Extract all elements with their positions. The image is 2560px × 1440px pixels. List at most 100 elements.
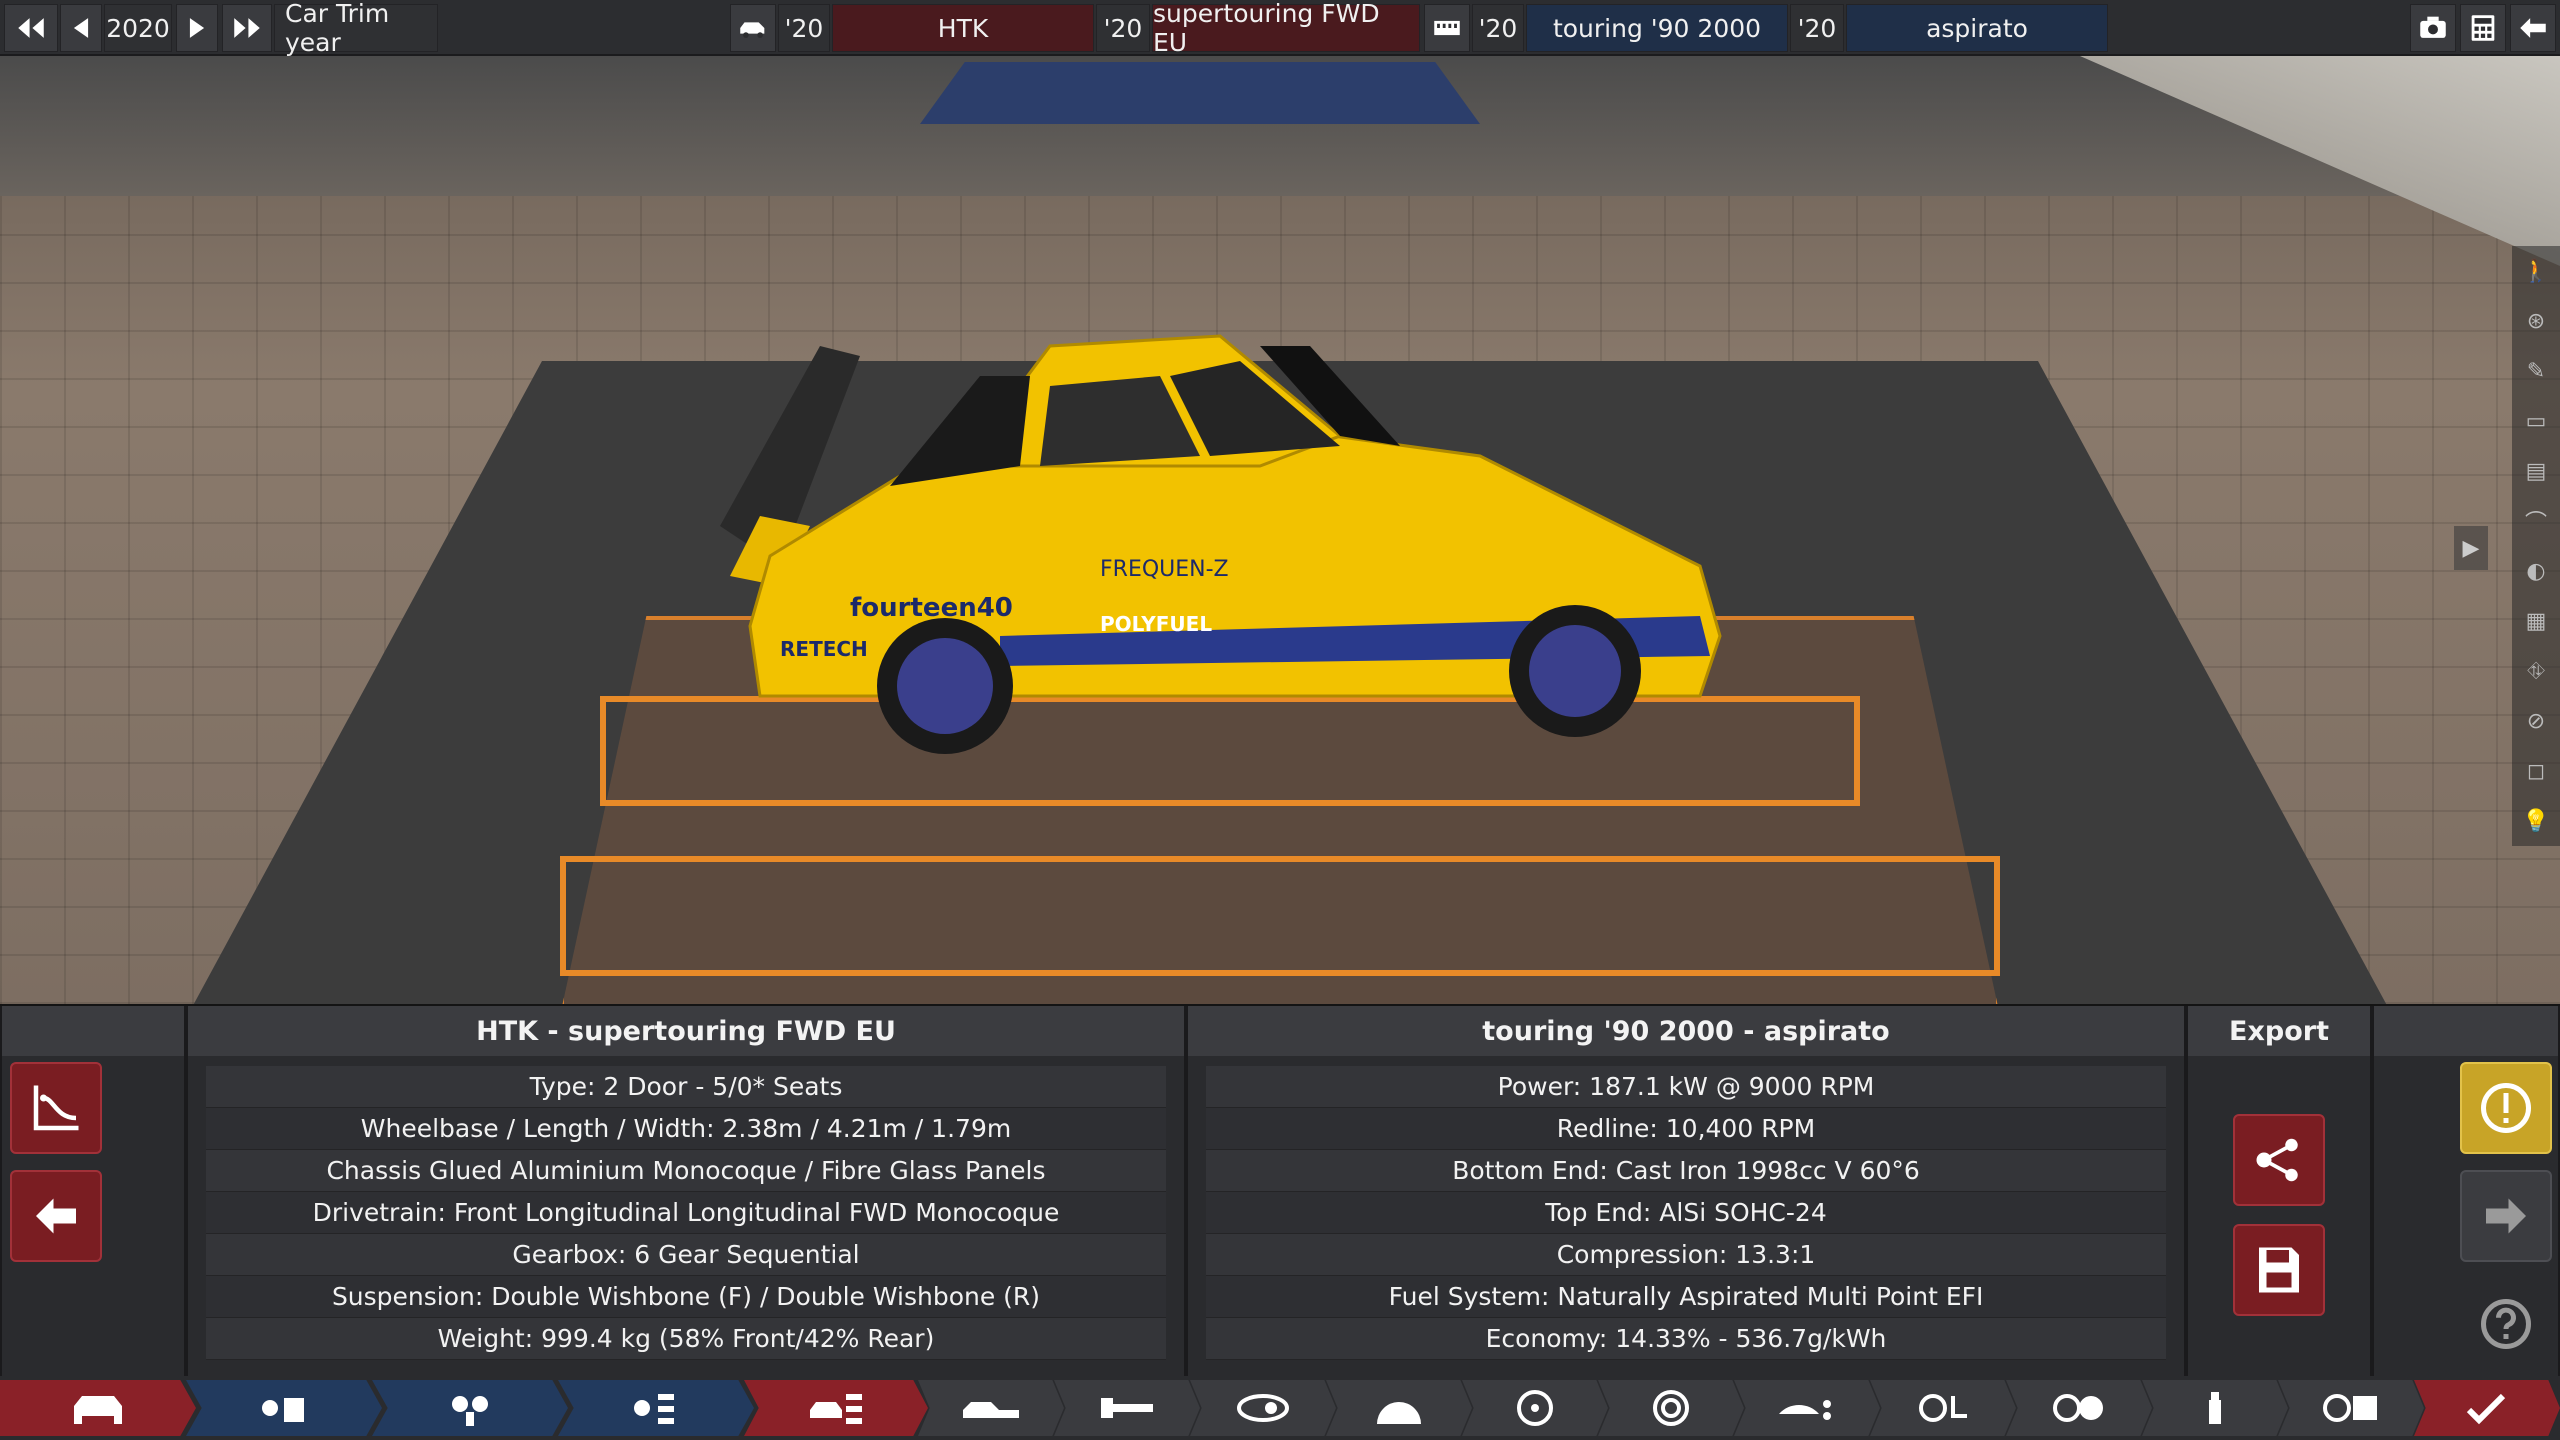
save-button[interactable]	[2233, 1224, 2325, 1316]
engine-summary: touring '90 2000 - aspirato Power: 187.1…	[1186, 1006, 2186, 1378]
stage-trim[interactable]	[744, 1380, 928, 1436]
graph-button[interactable]	[10, 1062, 102, 1154]
tools-header	[2, 1006, 184, 1056]
wheel-icon[interactable]: ⊛	[2512, 296, 2560, 346]
model-year: '20	[778, 4, 830, 52]
first-year-button[interactable]	[4, 4, 58, 52]
body-button[interactable]	[730, 4, 776, 52]
engine-files-icon	[262, 1398, 304, 1422]
engine-summary-title: touring '90 2000 - aspirato	[1188, 1006, 2184, 1056]
front-rim	[1529, 625, 1621, 717]
help-button[interactable]	[2460, 1278, 2552, 1370]
rear-rim	[897, 638, 993, 734]
gear-half-icon	[1377, 1402, 1421, 1424]
spray-can-icon	[2209, 1392, 2221, 1424]
engine-top-end-row: Top End: AlSi SOHC-24	[1206, 1192, 2166, 1234]
car-chassis-row: Chassis Glued Aluminium Monocoque / Fibr…	[206, 1150, 1166, 1192]
engine-family-name[interactable]: touring '90 2000	[1526, 4, 1788, 52]
model-name[interactable]: HTK	[832, 4, 1094, 52]
stage-testing[interactable]	[2278, 1380, 2424, 1436]
arrow-left-icon	[36, 1198, 76, 1234]
livery-polyfuel: POLYFUEL	[1100, 612, 1212, 636]
driver-icon[interactable]: 🚶	[2512, 246, 2560, 296]
car-trim-icon	[810, 1394, 862, 1424]
chassis-icon	[1101, 1398, 1153, 1418]
tyre-icon[interactable]: ⊘	[2512, 696, 2560, 746]
trim-name[interactable]: supertouring FWD EU	[1152, 0, 1420, 57]
navigation-header	[2374, 1006, 2558, 1056]
lift-rail-front	[560, 856, 2000, 976]
engine-compression-row: Compression: 13.3:1	[1206, 1234, 2166, 1276]
back-button[interactable]	[10, 1170, 102, 1262]
top-bar: 2020 Car Trim year '20 HTK '20 supertour…	[0, 0, 2560, 57]
background-lift	[920, 62, 1480, 124]
warnings-button[interactable]	[2460, 1062, 2552, 1154]
lightbulb-icon[interactable]: 💡	[2512, 796, 2560, 846]
stage-interior[interactable]	[1326, 1380, 1472, 1436]
rewind-icon	[18, 18, 44, 38]
frame-icon[interactable]: ◻	[2512, 746, 2560, 796]
engine-economy-row: Economy: 14.33% - 536.7g/kWh	[1206, 1318, 2166, 1360]
next-button[interactable]	[2460, 1170, 2552, 1262]
garage-viewport[interactable]: fourteen40 FREQUEN-Z POLYFUEL RETECH ▶ 🚶…	[0, 56, 2560, 1004]
next-year-button[interactable]	[176, 4, 218, 52]
grille-icon[interactable]: ▦	[2512, 596, 2560, 646]
exit-button[interactable]	[2510, 4, 2556, 52]
car-weight-row: Weight: 999.4 kg (58% Front/42% Rear)	[206, 1318, 1166, 1360]
stage-car-model[interactable]	[0, 1380, 196, 1436]
calculator-button[interactable]	[2460, 4, 2506, 52]
exhaust-icon[interactable]: ▭	[2512, 396, 2560, 446]
car-type-row: Type: 2 Door - 5/0* Seats	[206, 1066, 1166, 1108]
engine-bottom-end-row: Bottom End: Cast Iron 1998cc V 60°6	[1206, 1150, 2166, 1192]
stage-engine-family[interactable]	[186, 1380, 382, 1436]
stage-paint[interactable]	[2142, 1380, 2288, 1436]
year-display: 2020	[104, 4, 172, 52]
stage-safety[interactable]	[2006, 1380, 2152, 1436]
screenshot-button[interactable]	[2410, 4, 2456, 52]
engine-button[interactable]	[1424, 4, 1470, 52]
navigation-column	[2372, 1006, 2560, 1378]
car-summary: HTK - supertouring FWD EU Type: 2 Door -…	[186, 1006, 1186, 1378]
variant-name[interactable]: aspirato	[1846, 4, 2108, 52]
stage-fixtures[interactable]	[1190, 1380, 1336, 1436]
side-panel-toggle[interactable]: ▶	[2454, 526, 2488, 570]
engine-tree-icon	[634, 1394, 674, 1424]
tools-column	[0, 1006, 186, 1378]
export-column: Export	[2186, 1006, 2372, 1378]
wheel-spoke-icon	[1517, 1390, 1553, 1426]
steering-crash-icon	[2053, 1394, 2103, 1422]
car-body-icon	[740, 22, 765, 38]
stage-chassis[interactable]	[1054, 1380, 1200, 1436]
gauge-flag-icon	[2323, 1394, 2377, 1422]
stage-brakes[interactable]	[1598, 1380, 1744, 1436]
paint-spray-icon[interactable]: ✎	[2512, 346, 2560, 396]
summary-panel: HTK - supertouring FWD EU Type: 2 Door -…	[0, 1004, 2560, 1378]
share-button[interactable]	[2233, 1114, 2325, 1206]
stage-aero[interactable]	[1734, 1380, 1880, 1436]
stage-steering[interactable]	[1870, 1380, 2016, 1436]
pistons-icon	[452, 1396, 488, 1426]
warning-icon	[2481, 1083, 2531, 1133]
engine-power-row: Power: 187.1 kW @ 9000 RPM	[1206, 1066, 2166, 1108]
stage-body[interactable]	[918, 1380, 1064, 1436]
graph-curve-icon	[33, 1085, 79, 1131]
last-year-button[interactable]	[222, 4, 272, 52]
livery-retech: RETECH	[780, 637, 868, 661]
lift-icon[interactable]: ⛗	[2512, 646, 2560, 696]
stage-finish[interactable]	[2414, 1380, 2560, 1436]
stage-engine-block[interactable]	[372, 1380, 568, 1436]
panel-icon[interactable]: ▤	[2512, 446, 2560, 496]
fast-forward-icon	[234, 18, 260, 38]
triangle-right-icon	[189, 18, 205, 38]
export-title: Export	[2188, 1006, 2370, 1056]
car-drivetrain-row: Drivetrain: Front Longitudinal Longitudi…	[206, 1192, 1166, 1234]
lights-icon[interactable]: ◐	[2512, 546, 2560, 596]
car-suspension-row: Suspension: Double Wishbone (F) / Double…	[206, 1276, 1166, 1318]
brake-disc-icon	[1653, 1390, 1689, 1426]
body-shape-icon[interactable]: ⌒	[2512, 496, 2560, 546]
checkmark-icon	[2466, 1393, 2506, 1425]
car-dimensions-row: Wheelbase / Length / Width: 2.38m / 4.21…	[206, 1108, 1166, 1150]
previous-year-button[interactable]	[60, 4, 102, 52]
stage-engine-variant[interactable]	[558, 1380, 754, 1436]
stage-wheels[interactable]	[1462, 1380, 1608, 1436]
